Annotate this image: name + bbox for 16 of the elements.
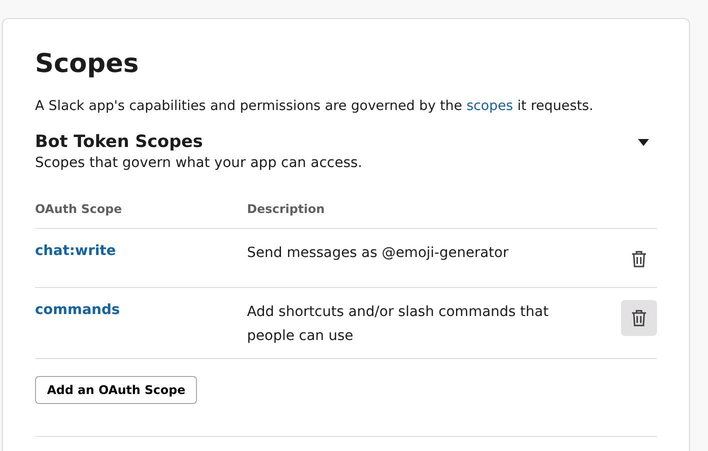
- scope-link[interactable]: chat:write: [35, 242, 116, 259]
- column-header: OAuth Scope: [35, 200, 123, 218]
- scope-description: Send messages as @emoji-generator: [247, 244, 510, 263]
- intro-text: A Slack app's capabilities and permissions are governed by the scopes it requests.: [35, 97, 594, 116]
- add-scope-button[interactable]: Add an OAuth Scope: [35, 376, 198, 404]
- delete-button[interactable]: [621, 300, 657, 336]
- section-heading: Bot Token Scopes: [35, 132, 203, 153]
- caret-icon[interactable]: [638, 139, 649, 146]
- scopes-link[interactable]: scopes: [466, 98, 514, 114]
- section-title: Scopes: [35, 49, 140, 80]
- trash-icon: [631, 250, 647, 268]
- scope-description: Add shortcuts and/or slash commands that people can use: [247, 302, 550, 346]
- column-header: Description: [247, 200, 325, 218]
- section-subtitle: Scopes that govern what your app can access.: [35, 154, 364, 173]
- trash-icon: [631, 308, 647, 327]
- scope-link[interactable]: commands: [35, 302, 120, 318]
